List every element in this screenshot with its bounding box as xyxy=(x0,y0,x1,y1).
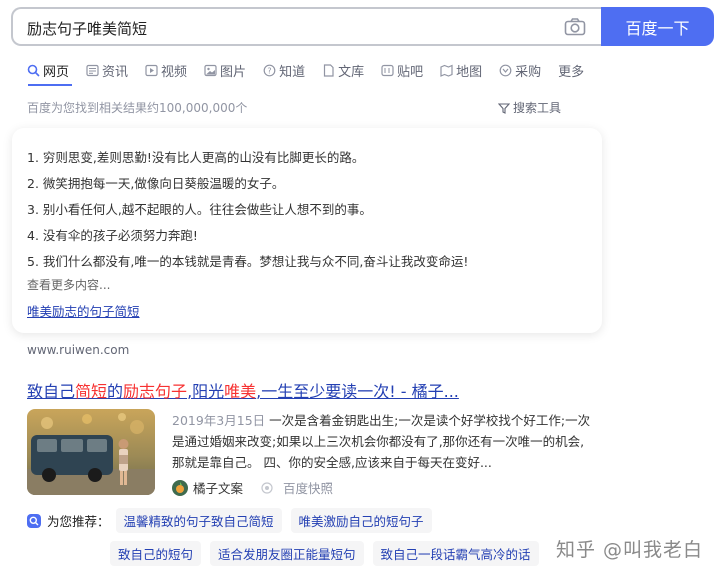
zhihu-watermark: 知乎 @叫我老白 xyxy=(556,539,704,561)
title-highlight: 简短 xyxy=(75,382,108,401)
search-icon xyxy=(27,64,40,77)
title-part: 致自己 xyxy=(27,382,76,401)
purchase-icon xyxy=(499,64,512,77)
snippet-line: 5. 我们什么都没有,唯一的本钱就是青春。梦想让我与众不同,奋斗让我改变命运! xyxy=(27,254,469,269)
cache-link[interactable]: 百度快照 xyxy=(261,478,333,497)
tab-tieba[interactable]: 贴吧 xyxy=(381,59,423,81)
result-date: 2019年3月15日 xyxy=(172,413,266,428)
result-count: 百度为您找到相关结果约100,000,000个 xyxy=(27,101,248,115)
tab-label: 图片 xyxy=(220,64,247,80)
question-icon: ? xyxy=(263,64,276,77)
result-snippet: 2019年3月15日 一次是含着金钥匙出生;一次是读个好学校找个好工作;一次是通… xyxy=(172,410,592,473)
tab-label: 地图 xyxy=(456,64,483,80)
search-tools-button[interactable]: 搜索工具 xyxy=(497,99,562,116)
camera-icon[interactable] xyxy=(564,18,586,36)
result-title-link[interactable]: 致自己简短的励志句子,阳光唯美,一生至少要读一次! - 橘子... xyxy=(27,378,459,402)
image-icon xyxy=(204,64,217,77)
tab-label: 更多 xyxy=(558,64,585,80)
tab-label: 采购 xyxy=(515,64,542,80)
recommend-row-2: 致自己的短句 适合发朋友圈正能量短句 致自己一段话霸气高冷的话 xyxy=(110,541,548,566)
title-highlight: 励志句子 xyxy=(123,382,188,401)
recommend-chip[interactable]: 唯美激励自己的短句子 xyxy=(290,508,432,533)
tab-more[interactable]: 更多 xyxy=(558,59,584,81)
map-icon xyxy=(440,64,453,77)
tieba-icon xyxy=(381,64,394,77)
svg-text:?: ? xyxy=(267,66,271,75)
recommend-chip[interactable]: 致自己一段话霸气高冷的话 xyxy=(372,541,539,566)
search-box[interactable] xyxy=(11,7,603,46)
search-bar: 百度一下 xyxy=(11,7,714,46)
snippet-line: 3. 别小看任何人,越不起眼的人。往往会做些让人想不到的事。 xyxy=(27,202,372,217)
snippet-line: 1. 穷则思变,差则思勤!没有比人更高的山没有比脚更长的路。 xyxy=(27,150,365,165)
tab-zhidao[interactable]: ? 知道 xyxy=(263,59,305,81)
tab-wenku[interactable]: 文库 xyxy=(322,59,364,81)
result-thumbnail[interactable] xyxy=(27,409,155,495)
tab-news[interactable]: 资讯 xyxy=(86,59,128,81)
title-part: 的 xyxy=(107,382,124,401)
active-tab-indicator xyxy=(28,84,72,86)
result-site-info: 橘子文案 百度快照 xyxy=(172,478,333,497)
tab-images[interactable]: 图片 xyxy=(204,59,246,81)
tab-web[interactable]: 网页 xyxy=(27,59,69,81)
snippet-line: 2. 微笑拥抱每一天,做像向日葵般温暖的女子。 xyxy=(27,176,285,191)
search-button[interactable]: 百度一下 xyxy=(601,7,714,46)
cache-icon xyxy=(261,481,273,494)
tab-label: 资讯 xyxy=(102,64,129,80)
recommend-chip[interactable]: 温馨精致的句子致自己简短 xyxy=(115,508,282,533)
title-part: ,阳光 xyxy=(187,382,225,401)
tab-label: 贴吧 xyxy=(397,64,424,80)
tab-label: 网页 xyxy=(43,64,70,80)
news-icon xyxy=(86,64,99,77)
tab-label: 知道 xyxy=(279,64,306,80)
source-url: www.ruiwen.com xyxy=(27,343,130,357)
search-tabs: 网页 资讯 视频 图片 ? 知道 文库 贴吧 地图 采购 更多 xyxy=(27,59,601,81)
title-part: ,一生至少要读一次! - 橘子... xyxy=(256,382,459,401)
recommend-label: 为您推荐： xyxy=(27,511,110,530)
recommend-row-1: 为您推荐： 温馨精致的句子致自己简短 唯美激励自己的短句子 xyxy=(27,508,441,533)
recommend-chip[interactable]: 适合发朋友圈正能量短句 xyxy=(210,541,364,566)
view-more-link[interactable]: 查看更多内容... xyxy=(27,276,110,293)
tab-video[interactable]: 视频 xyxy=(145,59,187,81)
site-logo xyxy=(172,479,188,496)
tab-label: 文库 xyxy=(338,64,365,80)
title-highlight: 唯美 xyxy=(224,382,257,401)
search-tools-label: 搜索工具 xyxy=(513,101,562,115)
featured-snippet-card: 1. 穷则思变,差则思勤!没有比人更高的山没有比脚更长的路。 2. 微笑拥抱每一… xyxy=(12,128,602,333)
recommend-chip[interactable]: 致自己的短句 xyxy=(110,541,202,566)
snippet-line: 4. 没有伞的孩子必须努力奔跑! xyxy=(27,228,198,243)
document-icon xyxy=(322,63,335,77)
tab-purchase[interactable]: 采购 xyxy=(499,59,541,81)
video-icon xyxy=(145,64,158,77)
cache-label: 百度快照 xyxy=(283,481,334,496)
recommend-label-text: 为您推荐： xyxy=(47,514,110,529)
tab-map[interactable]: 地图 xyxy=(440,59,482,81)
recommend-search-icon xyxy=(27,513,41,528)
site-name[interactable]: 橘子文案 xyxy=(193,478,243,497)
search-input[interactable] xyxy=(27,17,547,39)
snippet-source-link[interactable]: 唯美励志的句子简短 xyxy=(27,301,140,320)
filter-icon xyxy=(497,102,511,114)
tab-label: 视频 xyxy=(161,64,188,80)
